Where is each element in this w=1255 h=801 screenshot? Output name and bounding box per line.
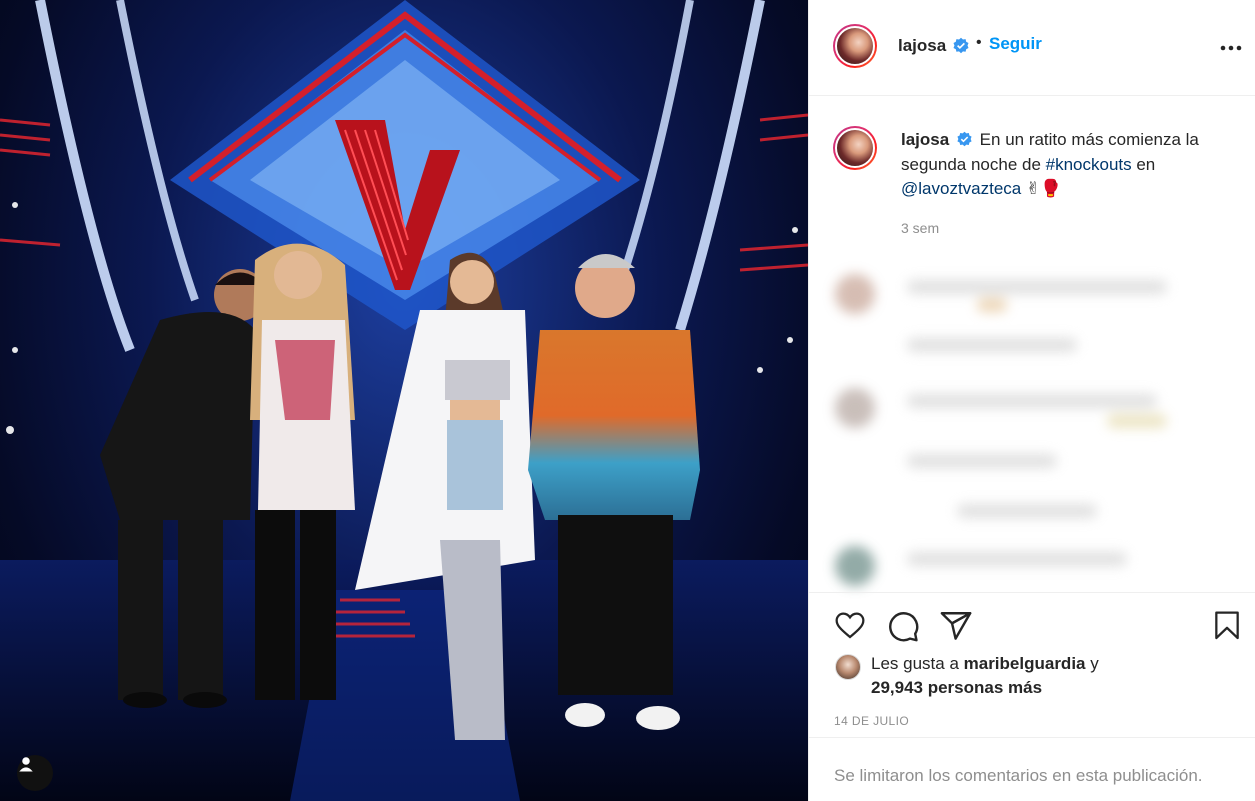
- user-tags-button[interactable]: [17, 755, 53, 791]
- user-icon: [19, 757, 33, 772]
- liker-avatar[interactable]: [835, 654, 861, 680]
- heart-icon[interactable]: [833, 609, 867, 646]
- comment-icon[interactable]: [886, 609, 920, 648]
- follow-button[interactable]: Seguir: [989, 34, 1042, 54]
- post-date[interactable]: 14 DE JULIO: [834, 714, 909, 728]
- likes-prefix: Les gusta a: [871, 654, 964, 673]
- post-photo[interactable]: [0, 0, 808, 801]
- caption-username[interactable]: lajosa: [901, 130, 949, 149]
- more-horizontal-icon[interactable]: [1220, 38, 1242, 56]
- caption-avatar[interactable]: [833, 126, 877, 170]
- share-icon[interactable]: [939, 609, 973, 648]
- author-avatar[interactable]: [833, 24, 877, 68]
- post-header: lajosa • Seguir: [809, 0, 1255, 96]
- caption-connector: en: [1131, 154, 1156, 174]
- separator-dot: •: [976, 34, 982, 51]
- bookmark-icon[interactable]: [1211, 609, 1243, 648]
- stage-illustration: [0, 0, 808, 801]
- blurred-comments: [817, 268, 1247, 590]
- caption-emoji: ✌🥊: [1026, 178, 1062, 198]
- liker-username[interactable]: maribelguardia: [964, 654, 1086, 673]
- action-bar: [809, 592, 1255, 652]
- comments-footer: Se limitaron los comentarios en esta pub…: [809, 737, 1255, 801]
- mention-link[interactable]: @lavoztvazteca: [901, 179, 1021, 198]
- likes-count[interactable]: 29,943 personas más: [871, 678, 1042, 698]
- verified-badge-icon: [956, 129, 973, 153]
- caption-text: lajosa En un ratito más comienza la segu…: [901, 128, 1246, 201]
- verified-badge-icon: [952, 37, 970, 60]
- author-username[interactable]: lajosa: [898, 36, 946, 56]
- comments-limited-notice: Se limitaron los comentarios en esta pub…: [834, 766, 1203, 785]
- caption-timestamp[interactable]: 3 sem: [901, 220, 939, 236]
- hashtag-link[interactable]: #knockouts: [1046, 155, 1132, 174]
- likes-suffix: y: [1085, 654, 1099, 673]
- post-sidebar: lajosa • Seguir lajosa En un ratito más …: [808, 0, 1255, 801]
